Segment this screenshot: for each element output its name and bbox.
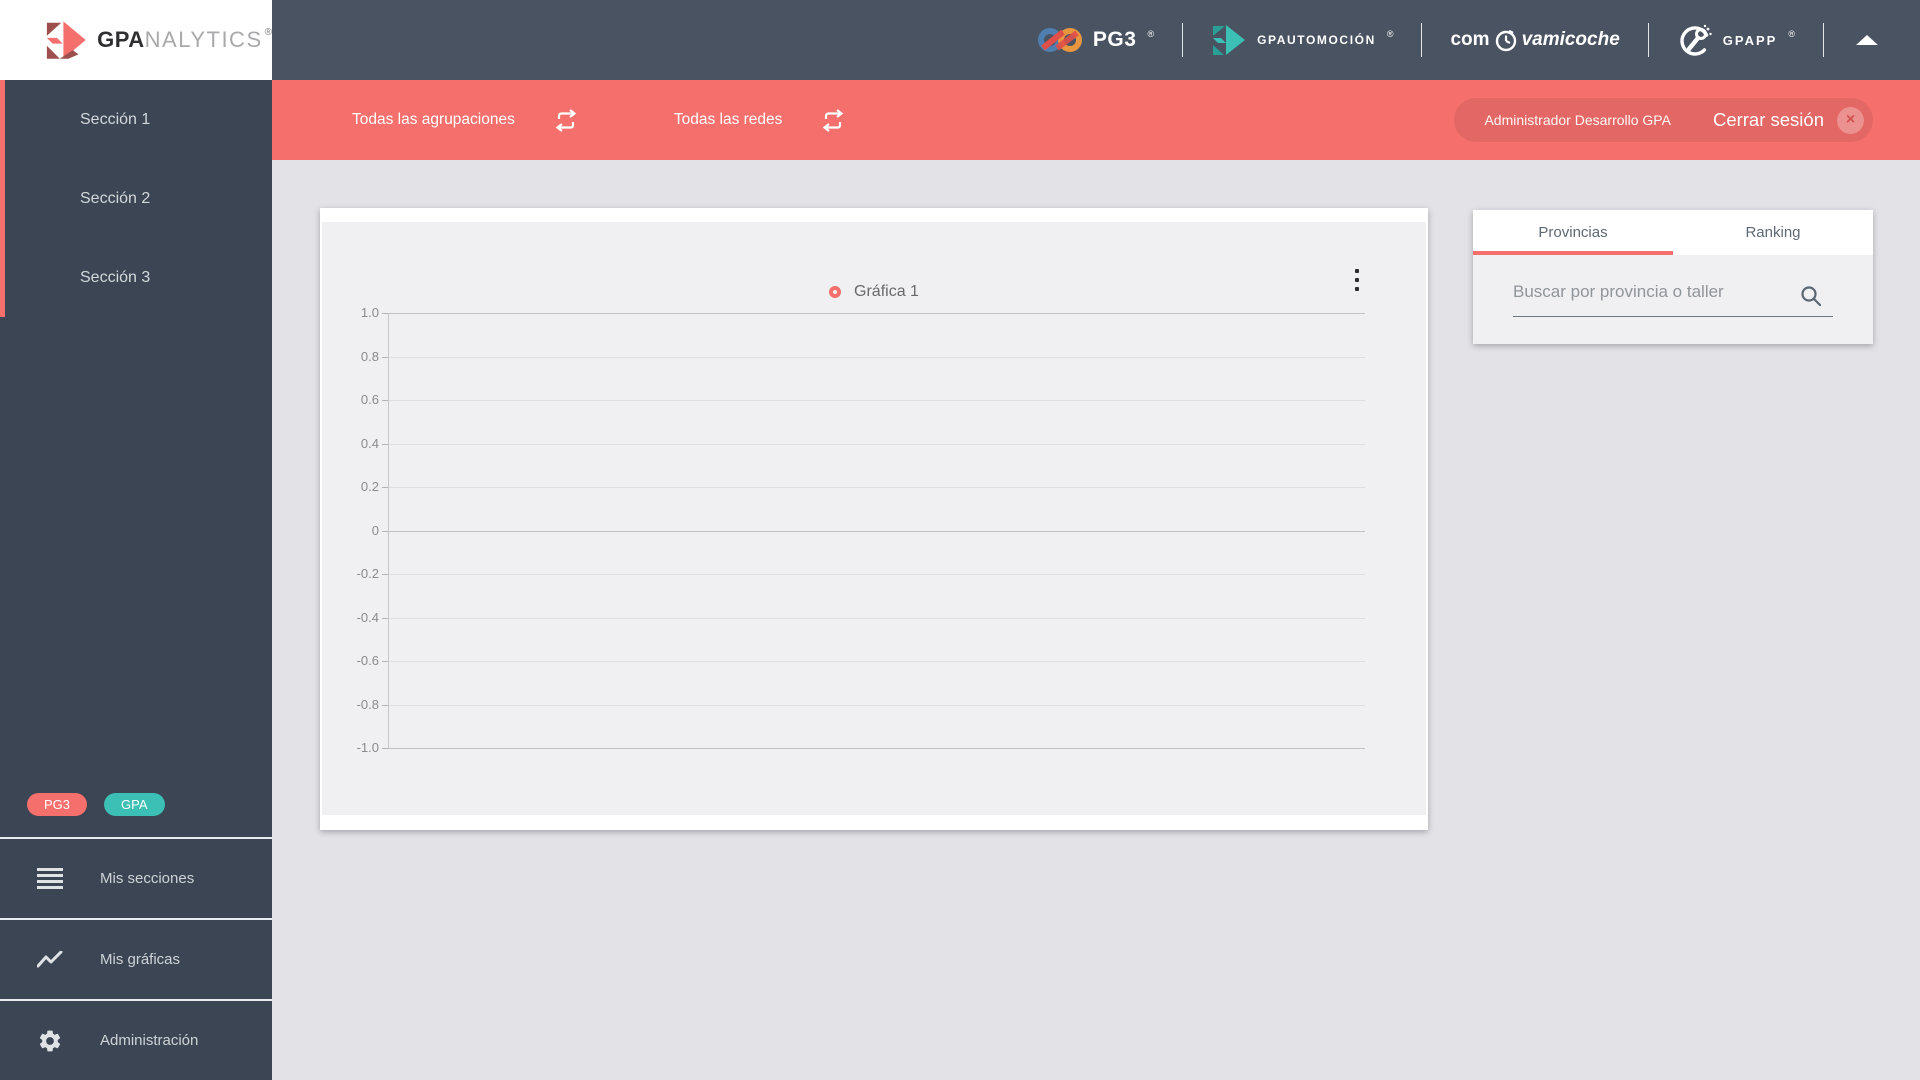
brand-reg-mark: ® xyxy=(264,27,272,38)
chart-area: Gráfica 1 1.0 0.8 0.6 0.4 0.2 0 -0.2 -0.4 -0.6 -0… xyxy=(322,222,1426,815)
legend-marker-icon xyxy=(829,286,842,298)
swap-networks-icon[interactable] xyxy=(820,108,846,132)
sidebar-item-mis-secciones[interactable]: Mis secciones xyxy=(0,837,272,918)
brand-text-bold: GPA xyxy=(97,27,145,52)
app-header: GPA NALYTICS ® PG3 ® GPAUTOMOCIÓN ® com … xyxy=(0,0,1920,80)
user-name: Administrador Desarrollo GPA xyxy=(1484,112,1671,128)
logout-close-icon[interactable]: × xyxy=(1837,106,1864,134)
gridline: 0.4 xyxy=(361,436,1365,451)
gridline: 0.2 xyxy=(361,479,1365,494)
plot-area: 1.0 0.8 0.6 0.4 0.2 0 -0.2 -0.4 -0.6 -0.8 -1.0 xyxy=(357,305,1365,755)
sidebar-item-mis-graficas[interactable]: Mis gráficas xyxy=(0,918,272,999)
gridline: 0.8 xyxy=(361,349,1365,364)
gpautomocion-reg-mark: ® xyxy=(1386,29,1394,39)
search-field xyxy=(1513,273,1833,317)
brand-text-light: NALYTICS xyxy=(144,27,263,52)
gpa-arrow-icon xyxy=(46,21,86,59)
sidebar-sections: Sección 1 Sección 2 Sección 3 xyxy=(0,80,272,317)
sidebar-badges: PG3 GPA xyxy=(27,793,165,816)
logout-button[interactable]: Cerrar sesión xyxy=(1713,109,1824,131)
y-tick-label: 0.8 xyxy=(360,348,379,364)
gridline: 0 xyxy=(372,523,1365,538)
pg3-label: PG3 xyxy=(1092,28,1137,51)
comvamicoche-pre-label: com xyxy=(1450,29,1490,50)
sidebar: Sección 1 Sección 2 Sección 3 PG3 GPA Mi… xyxy=(0,80,272,1080)
y-tick-label: -0.4 xyxy=(356,609,379,625)
y-tick-label: -1.0 xyxy=(356,740,379,755)
sidebar-item-seccion-2[interactable]: Sección 2 xyxy=(5,159,272,238)
pg3-infinity-icon xyxy=(1037,28,1082,52)
y-tick-label: -0.2 xyxy=(356,566,379,581)
sidebar-item-seccion-1[interactable]: Sección 1 xyxy=(5,80,272,159)
gridline: -0.6 xyxy=(357,653,1365,668)
list-icon xyxy=(36,868,64,889)
legend-label: Gráfica 1 xyxy=(854,283,919,300)
menu-item-label: Mis secciones xyxy=(100,870,195,887)
gear-icon xyxy=(36,1028,64,1054)
y-tick-mark xyxy=(382,748,388,749)
y-tick-label: 0.6 xyxy=(360,392,379,407)
y-tick-label: 0.2 xyxy=(360,479,379,494)
header-divider xyxy=(1823,23,1824,57)
header-divider xyxy=(1421,23,1423,57)
filter-bar: Todas las agrupaciones Todas las redes A… xyxy=(272,80,1920,160)
y-tick-label: -0.6 xyxy=(356,653,379,668)
tab-ranking[interactable]: Ranking xyxy=(1673,210,1873,255)
gpa-badge[interactable]: GPA xyxy=(104,793,165,816)
collapse-header-button[interactable] xyxy=(1852,25,1882,55)
user-session-pill: Administrador Desarrollo GPA Cerrar sesi… xyxy=(1454,98,1873,142)
gridline: -1.0 xyxy=(357,740,1365,755)
chart-card: Gráfica 1 1.0 0.8 0.6 0.4 0.2 0 -0.2 -0.4 -0.6 -0… xyxy=(320,208,1428,830)
gpapp-wrench-icon xyxy=(1680,24,1712,56)
search-icon[interactable] xyxy=(1799,284,1823,308)
chart-legend[interactable]: Gráfica 1 xyxy=(322,283,1426,301)
tab-provincias[interactable]: Provincias xyxy=(1473,210,1673,255)
y-tick-label: 0 xyxy=(371,522,379,538)
gpapp-label: GPAPP xyxy=(1722,32,1778,48)
menu-item-label: Administración xyxy=(100,1032,199,1049)
clock-icon xyxy=(1495,29,1516,52)
pg3-logo: PG3 ® xyxy=(1037,23,1154,57)
provinces-panel: Provincias Ranking xyxy=(1473,210,1873,344)
gpapp-reg-mark: ® xyxy=(1788,29,1795,39)
gridline: -0.8 xyxy=(357,697,1365,712)
line-chart-icon xyxy=(36,950,64,969)
pg3-reg-mark: ® xyxy=(1147,29,1155,39)
y-axis-line xyxy=(388,313,389,748)
gpautomocion-label: GPAUTOMOCIÓN xyxy=(1257,33,1376,47)
sidebar-item-seccion-3[interactable]: Sección 3 xyxy=(5,238,272,317)
gridline: 0.6 xyxy=(361,392,1365,407)
header-divider xyxy=(1182,23,1184,57)
y-tick-label: -0.8 xyxy=(356,696,379,712)
groupings-filter[interactable]: Todas las agrupaciones xyxy=(352,111,515,129)
y-tick-label: 1.0 xyxy=(360,305,379,320)
pg3-badge[interactable]: PG3 xyxy=(27,793,88,816)
comvamicoche-post-label: vamicoche xyxy=(1521,29,1620,50)
panel-tabs: Provincias Ranking xyxy=(1473,210,1873,255)
gridline: 1.0 xyxy=(361,305,1365,320)
gridline: -0.2 xyxy=(357,566,1365,581)
brand-logo: GPA NALYTICS ® xyxy=(0,0,272,80)
search-input[interactable] xyxy=(1513,273,1833,316)
partner-logos: PG3 ® GPAUTOMOCIÓN ® com vamicoche GPAPP… xyxy=(1037,0,1882,80)
gpautomocion-arrow-icon xyxy=(1213,25,1246,55)
close-glyph: × xyxy=(1845,111,1856,128)
gridline: -0.4 xyxy=(357,610,1365,625)
swap-groupings-icon[interactable] xyxy=(553,108,579,132)
chevron-up-icon xyxy=(1856,35,1878,45)
header-divider xyxy=(1647,23,1649,57)
sidebar-item-administracion[interactable]: Administración xyxy=(0,999,272,1080)
menu-item-label: Mis gráficas xyxy=(100,951,181,968)
screen: { "header": { "brand": { "bold": "GPA", … xyxy=(0,0,1920,1080)
gpautomocion-logo: GPAUTOMOCIÓN ® xyxy=(1211,24,1393,56)
comvamicoche-logo: com vamicoche xyxy=(1450,28,1620,52)
sidebar-bottom-menu: Mis secciones Mis gráficas Administració… xyxy=(0,837,272,1080)
networks-filter[interactable]: Todas las redes xyxy=(674,111,783,129)
gpapp-logo: GPAPP ® xyxy=(1677,22,1795,58)
panel-body xyxy=(1473,255,1873,344)
y-tick-label: 0.4 xyxy=(360,435,379,451)
